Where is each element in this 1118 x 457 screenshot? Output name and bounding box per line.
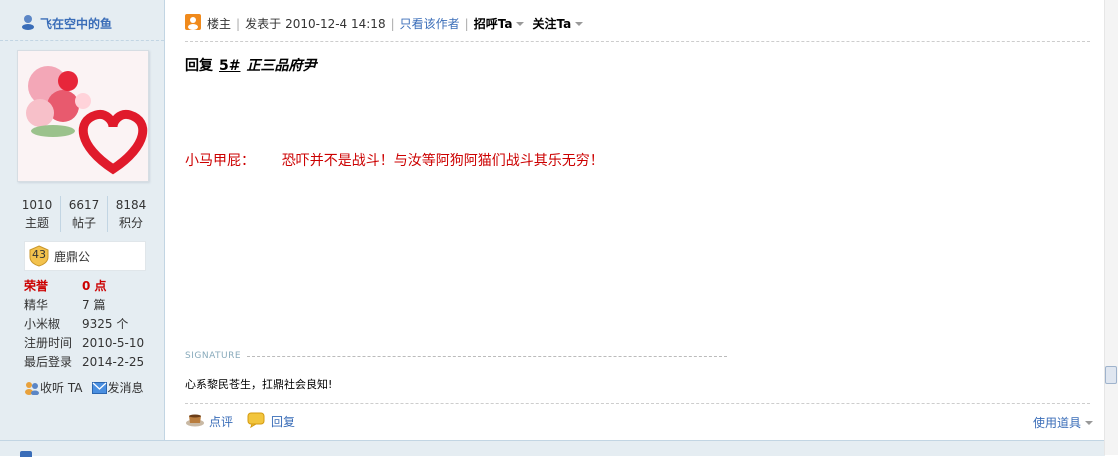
- online-user-icon: [20, 14, 36, 33]
- posted-prefix: 发表于: [245, 17, 282, 31]
- stat-topics[interactable]: 1010 主题: [14, 196, 61, 232]
- info-key: 小米椒: [24, 317, 61, 331]
- chevron-down-icon[interactable]: [575, 21, 584, 26]
- info-value: 9325 个: [82, 317, 129, 331]
- author-name[interactable]: 飞在空中的鱼: [40, 15, 112, 32]
- use-tools-label[interactable]: 使用道具: [1033, 414, 1081, 431]
- avatar[interactable]: [17, 50, 149, 182]
- reply-heading: 回复 5# 正三品府尹: [185, 55, 316, 75]
- chevron-down-icon[interactable]: [1085, 420, 1093, 425]
- scrollbar-thumb[interactable]: [1105, 366, 1117, 384]
- reply-to-name: 正三品府尹: [246, 58, 317, 74]
- floor-owner-icon: [185, 14, 201, 33]
- meta-separator: |: [236, 16, 241, 31]
- send-message-link[interactable]: 发消息: [92, 379, 143, 396]
- reply-button[interactable]: 回复: [247, 412, 295, 431]
- author-name-row[interactable]: 飞在空中的鱼: [20, 14, 112, 33]
- post-actions: 点评 回复: [185, 412, 309, 431]
- envelope-icon: [92, 381, 108, 394]
- info-value: 2010-5-10: [82, 336, 145, 350]
- user-info-list: 荣誉 0 点 精华 7 篇 小米椒 9325 个 注册时间 2010-5-10 …: [24, 277, 164, 372]
- next-post-strip: [0, 440, 1105, 456]
- stat-topics-value[interactable]: 1010: [14, 196, 60, 214]
- follow-users-icon: [24, 381, 40, 395]
- follow-ta-menu[interactable]: 关注Ta: [532, 15, 571, 32]
- rank-level: 43: [32, 248, 46, 261]
- post-meta-bar: 楼主 | 发表于 2010-12-4 14:18 | 只看该作者 | 招呼Ta …: [185, 14, 591, 33]
- stat-topics-label: 主题: [24, 216, 49, 230]
- signature-header: SIGNATURE: [185, 351, 728, 361]
- signature-text: 心系黎民苍生，扛鼎社会良知!: [185, 378, 333, 391]
- info-key: 最后登录: [24, 355, 73, 369]
- stat-posts[interactable]: 6617 帖子: [61, 196, 108, 232]
- follow-ta-link[interactable]: 收听 TA: [24, 379, 82, 396]
- greet-ta-menu[interactable]: 招呼Ta: [474, 15, 513, 32]
- posted-time: 2010-12-4 14:18: [285, 16, 386, 31]
- info-row-lastlogin: 最后登录 2014-2-25: [24, 353, 164, 372]
- info-row-honor: 荣誉 0 点: [24, 277, 164, 296]
- signature-label: SIGNATURE: [185, 351, 242, 361]
- speech-bubble-icon: [247, 412, 265, 431]
- info-key: 注册时间: [24, 336, 73, 350]
- stat-posts-label: 帖子: [71, 216, 96, 230]
- scrollbar[interactable]: [1104, 0, 1118, 455]
- rank-level-icon: 43: [28, 245, 50, 267]
- info-row-register: 注册时间 2010-5-10: [24, 334, 164, 353]
- stat-points-label: 积分: [118, 216, 143, 230]
- stat-points-value[interactable]: 8184: [108, 196, 154, 214]
- user-stats: 1010 主题 6617 帖子 8184 积分: [14, 196, 154, 232]
- info-value: 0 点: [82, 279, 107, 293]
- info-key: 荣誉: [24, 279, 49, 293]
- sidebar-actions: 收听 TA 发消息: [24, 379, 143, 396]
- info-value: 7 篇: [82, 298, 106, 312]
- floor-owner-badge: 楼主: [207, 17, 232, 31]
- reply-floor-link[interactable]: 5#: [219, 58, 240, 74]
- signature-divider: [247, 355, 728, 357]
- comment-label[interactable]: 点评: [209, 413, 233, 430]
- use-tools-menu[interactable]: 使用道具: [1033, 414, 1093, 431]
- info-value: 2014-2-25: [82, 355, 145, 369]
- comment-button[interactable]: 点评: [185, 413, 233, 430]
- author-sidebar: 飞在空中的鱼 1010 主题 6617 帖子 8184 积分 43 鹿鼎公 荣誉…: [0, 0, 165, 440]
- stat-posts-value[interactable]: 6617: [61, 196, 107, 214]
- comment-cup-icon: [185, 413, 205, 430]
- post-content: 小马甲屁： 恐吓并不是战斗！与汝等阿狗阿猫们战斗其乐无穷！: [185, 153, 604, 169]
- post-main: 楼主 | 发表于 2010-12-4 14:18 | 只看该作者 | 招呼Ta …: [165, 0, 1105, 440]
- rank-title: 鹿鼎公: [54, 249, 91, 264]
- send-message-label[interactable]: 发消息: [107, 379, 143, 396]
- chevron-down-icon[interactable]: [516, 21, 525, 26]
- reply-prefix: 回复: [185, 58, 213, 74]
- follow-ta-label[interactable]: 收听 TA: [40, 379, 82, 396]
- sidebar-divider: [0, 40, 164, 41]
- rank-badge: 43 鹿鼎公: [24, 241, 146, 271]
- footer-divider: [185, 403, 1090, 404]
- info-row-digest: 精华 7 篇: [24, 296, 164, 315]
- info-row-pepper: 小米椒 9325 个: [24, 315, 164, 334]
- next-user-icon: [20, 451, 32, 457]
- info-key: 精华: [24, 298, 49, 312]
- header-divider: [185, 41, 1090, 42]
- stat-points[interactable]: 8184 积分: [108, 196, 154, 232]
- meta-separator: |: [464, 16, 469, 31]
- only-view-author-link[interactable]: 只看该作者: [400, 15, 460, 32]
- reply-label[interactable]: 回复: [271, 413, 295, 430]
- meta-separator: |: [390, 16, 395, 31]
